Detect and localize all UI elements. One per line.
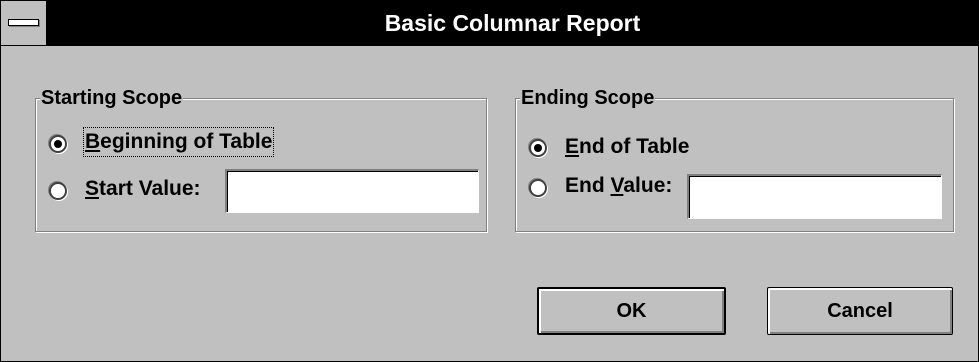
title-bar[interactable]: Basic Columnar Report xyxy=(1,1,978,46)
window-title: Basic Columnar Report xyxy=(384,10,641,36)
system-menu-icon xyxy=(8,19,39,26)
beginning-of-table-radio[interactable] xyxy=(49,135,67,153)
start-value-label[interactable]: Start Value: xyxy=(85,176,201,202)
starting-scope-label: Starting Scope xyxy=(40,85,184,111)
ok-button[interactable]: OK xyxy=(537,287,726,335)
end-value-radio[interactable] xyxy=(529,179,547,197)
end-value-label[interactable]: End Value: xyxy=(565,173,672,199)
end-value-input[interactable] xyxy=(687,174,942,219)
end-of-table-radio[interactable] xyxy=(529,139,547,157)
system-menu-button[interactable] xyxy=(1,1,47,45)
end-of-table-label[interactable]: End of Table xyxy=(565,134,689,160)
start-value-radio[interactable] xyxy=(49,182,67,200)
ending-scope-label: Ending Scope xyxy=(520,85,656,111)
start-value-input[interactable] xyxy=(225,169,479,213)
cancel-button[interactable]: Cancel xyxy=(767,287,953,335)
dialog-window: Basic Columnar Report Starting Scope Beg… xyxy=(0,0,979,362)
beginning-of-table-label[interactable]: Beginning of Table xyxy=(82,127,275,157)
